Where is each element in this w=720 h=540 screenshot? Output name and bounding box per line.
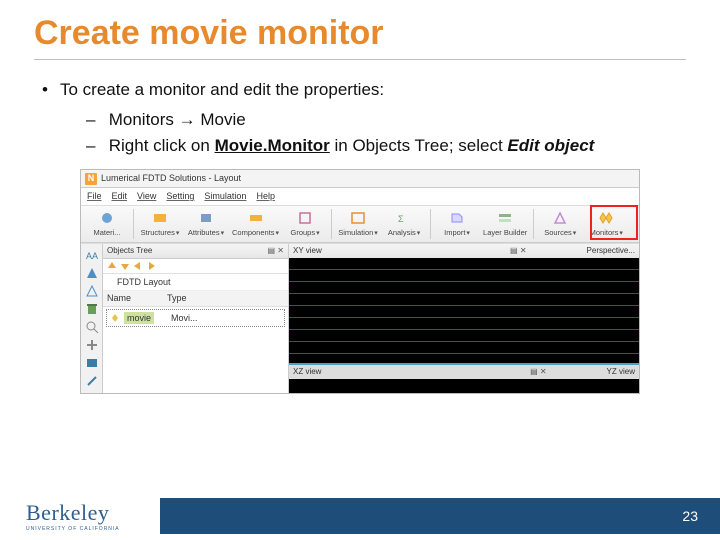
- tb-sources-label: Sources: [544, 228, 572, 237]
- tree-header-controls[interactable]: ▤ ✕: [268, 245, 284, 256]
- view-xy-header: XY view ▤ ✕Perspective...: [289, 244, 639, 257]
- arrow-down-icon[interactable]: [120, 261, 130, 271]
- side-aa-icon[interactable]: AA: [85, 248, 99, 262]
- tree-row-type: Movi...: [171, 312, 198, 325]
- lvl2b-pre: Right click on: [109, 136, 215, 155]
- page-number: 23: [682, 508, 698, 524]
- svg-text:Σ: Σ: [398, 214, 404, 224]
- view-xy[interactable]: [289, 258, 639, 364]
- tree-row-icon: [111, 313, 121, 323]
- side-wand-icon[interactable]: [85, 374, 99, 388]
- tb-materials-label: Materi...: [93, 228, 120, 239]
- menubar: File Edit View Setting Simulation Help: [81, 188, 639, 206]
- side-search-icon[interactable]: [85, 320, 99, 334]
- side-rect-icon[interactable]: [85, 356, 99, 370]
- bullet-lvl1: •To create a monitor and edit the proper…: [42, 78, 678, 102]
- tb-sources[interactable]: Sources▾: [538, 208, 582, 240]
- tb-structures[interactable]: Structures▾: [138, 208, 182, 240]
- app-logo-icon: N: [85, 173, 97, 185]
- side-tri-icon[interactable]: [85, 266, 99, 280]
- tb-simulation[interactable]: Simulation▾: [336, 208, 380, 240]
- side-toolbar: AA: [81, 244, 103, 393]
- svg-text:AA: AA: [86, 251, 98, 261]
- tb-structures-label: Structures: [141, 228, 175, 237]
- tb-groups[interactable]: Groups▾: [283, 208, 327, 240]
- arrow-left-icon[interactable]: [133, 261, 143, 271]
- side-tri2-icon[interactable]: [85, 284, 99, 298]
- viewport-area: XY view ▤ ✕Perspective... XZ view ▤ ✕YZ …: [289, 244, 639, 393]
- view-xz-label: XZ view: [293, 366, 321, 377]
- view-xz[interactable]: [289, 379, 639, 394]
- tb-components-label: Components: [232, 228, 275, 237]
- toolbar: Materi... Structures▾ Attributes▾ Compon…: [81, 206, 639, 244]
- menu-simulation[interactable]: Simulation: [204, 190, 246, 203]
- tree-header: Objects Tree ▤ ✕: [103, 244, 288, 258]
- menu-help[interactable]: Help: [256, 190, 275, 203]
- bullet-lvl1-text: To create a monitor and edit the propert…: [60, 80, 384, 99]
- lvl2b-movie-monitor: Movie.Monitor: [215, 136, 330, 155]
- menu-file[interactable]: File: [87, 190, 102, 203]
- menu-view[interactable]: View: [137, 190, 156, 203]
- tree-col-name: Name: [107, 292, 167, 305]
- tb-groups-label: Groups: [290, 228, 315, 237]
- view-yz-label: YZ view: [607, 366, 635, 377]
- arrow-right-icon[interactable]: [146, 261, 156, 271]
- lvl2a-post: Movie: [196, 110, 246, 129]
- tb-components[interactable]: Components▾: [230, 208, 281, 240]
- lvl2a-pre: Monitors: [109, 110, 179, 129]
- highlight-monitors: [590, 205, 638, 240]
- logo-word: Berkeley: [26, 500, 160, 526]
- tb-import[interactable]: Import▾: [435, 208, 479, 240]
- tb-materials[interactable]: Materi...: [85, 208, 129, 240]
- workspace: AA Objects Tree ▤ ✕: [81, 243, 639, 393]
- view-bottom-header: XZ view ▤ ✕YZ view: [289, 365, 639, 378]
- tb-attributes-label: Attributes: [188, 228, 220, 237]
- view-top-row: XY view ▤ ✕Perspective...: [289, 244, 639, 363]
- view-persp-label: Perspective...: [587, 245, 635, 256]
- footer: Berkeley UNIVERSITY OF CALIFORNIA 23: [0, 492, 720, 540]
- arrow-up-icon[interactable]: [107, 261, 117, 271]
- arrow-icon: →: [179, 110, 196, 129]
- objects-tree-pane: Objects Tree ▤ ✕ FDTD Layout Name Type: [103, 244, 289, 393]
- tree-root[interactable]: FDTD Layout: [103, 274, 288, 292]
- app-title: Lumerical FDTD Solutions - Layout: [101, 172, 241, 185]
- tb-attributes[interactable]: Attributes▾: [184, 208, 228, 240]
- tb-import-label: Import: [444, 228, 465, 237]
- menu-edit[interactable]: Edit: [112, 190, 128, 203]
- view-xy-label: XY view: [293, 245, 322, 256]
- tb-simulation-label: Simulation: [338, 228, 373, 237]
- footer-bar: 23: [160, 498, 720, 534]
- tb-analysis-label: Analysis: [388, 228, 416, 237]
- lvl2b-post1: in Objects Tree; select: [330, 136, 508, 155]
- view-bottom-row: XZ view ▤ ✕YZ view: [289, 365, 639, 393]
- tb-layerbuilder[interactable]: Layer Builder: [481, 208, 529, 240]
- app-window: N Lumerical FDTD Solutions - Layout File…: [80, 169, 640, 394]
- tree-nav-row: [103, 259, 288, 274]
- tree-title: Objects Tree: [107, 245, 152, 256]
- side-plus-icon[interactable]: [85, 338, 99, 352]
- berkeley-logo: Berkeley UNIVERSITY OF CALIFORNIA: [0, 492, 160, 540]
- table-row[interactable]: movie Movi...: [106, 309, 285, 328]
- menu-setting[interactable]: Setting: [166, 190, 194, 203]
- tree-row-name: movie: [124, 312, 154, 325]
- titlebar: N Lumerical FDTD Solutions - Layout: [81, 170, 639, 188]
- content-body: •To create a monitor and edit the proper…: [0, 60, 720, 394]
- tb-layerbuilder-label: Layer Builder: [483, 228, 527, 239]
- bullet-lvl2-a: – Monitors → Movie: [86, 108, 678, 132]
- logo-sub: UNIVERSITY OF CALIFORNIA: [26, 526, 160, 532]
- side-trash-icon[interactable]: [85, 302, 99, 316]
- tb-analysis[interactable]: ΣAnalysis▾: [382, 208, 426, 240]
- lvl2b-edit-object: Edit object: [507, 136, 594, 155]
- slide-title: Create movie monitor: [0, 0, 720, 53]
- tree-col-header: Name Type: [103, 291, 288, 307]
- bullet-lvl2-b: – Right click on Movie.Monitor in Object…: [86, 134, 678, 158]
- tree-col-type: Type: [167, 292, 187, 305]
